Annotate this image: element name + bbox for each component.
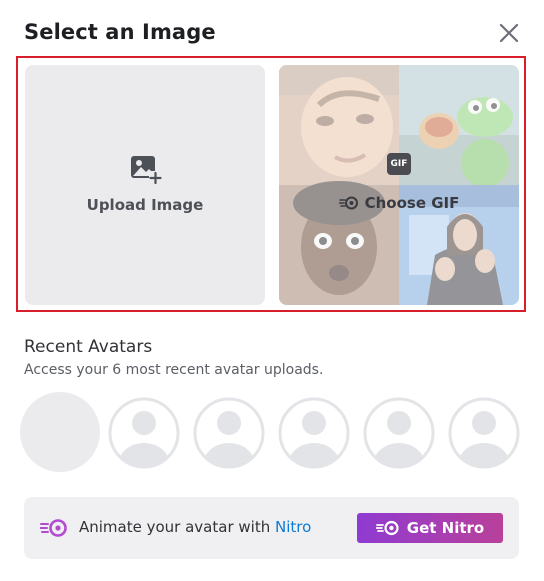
nitro-gif-icon xyxy=(338,196,358,210)
gif-badge: GIF xyxy=(387,153,411,175)
recent-avatars-heading: Recent Avatars xyxy=(24,337,153,357)
recent-avatar-slot-empty[interactable] xyxy=(20,392,100,472)
get-nitro-button[interactable]: Get Nitro xyxy=(357,513,503,543)
recent-avatars-description: Access your 6 most recent avatar uploads… xyxy=(24,362,324,378)
close-icon[interactable] xyxy=(496,20,522,46)
nitro-upsell-text: Animate your avatar with Nitro xyxy=(79,518,311,536)
avatar-placeholder-icon[interactable] xyxy=(278,397,350,469)
avatar-placeholder-icon[interactable] xyxy=(363,397,435,469)
avatar-placeholder-icon[interactable] xyxy=(448,397,520,469)
nitro-button-icon xyxy=(375,520,399,536)
gif-overlay xyxy=(279,65,519,305)
choose-gif-button[interactable]: GIF Choose GIF xyxy=(279,65,519,305)
get-nitro-label: Get Nitro xyxy=(406,519,485,537)
nitro-upsell-banner: Animate your avatar with Nitro Get Nitro xyxy=(24,497,519,559)
modal-title: Select an Image xyxy=(24,20,216,44)
choose-gif-label-row: Choose GIF xyxy=(279,194,519,212)
nitro-upsell-prefix: Animate your avatar with xyxy=(79,518,275,536)
choose-gif-label: Choose GIF xyxy=(364,194,460,212)
upload-image-button[interactable]: Upload Image xyxy=(25,65,265,305)
nitro-link[interactable]: Nitro xyxy=(275,518,311,536)
image-plus-icon xyxy=(131,156,162,185)
nitro-icon xyxy=(40,519,67,537)
avatar-placeholder-icon[interactable] xyxy=(108,397,180,469)
select-image-modal: Select an Image Upload Image GIF Choose … xyxy=(0,0,544,581)
recent-avatars-list xyxy=(19,391,529,473)
upload-image-label: Upload Image xyxy=(86,196,204,214)
avatar-placeholder-icon[interactable] xyxy=(193,397,265,469)
